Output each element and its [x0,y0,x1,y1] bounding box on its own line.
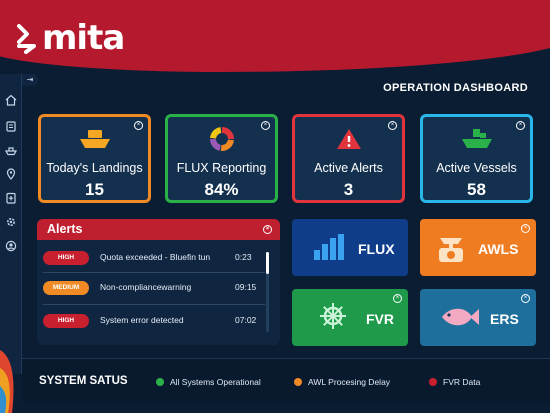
stat-value: 3 [343,180,354,199]
ship-wheel-icon [320,303,346,329]
boat-icon [41,127,148,151]
alert-time: 07:02 [235,315,257,325]
status-dot [429,378,437,386]
donut-chart-icon [168,127,275,151]
module-tile-fvr[interactable]: × FVR [292,289,408,346]
stat-value: 58 [467,180,486,199]
bar-chart-icon [314,234,344,260]
module-label: ERS [490,311,519,327]
stat-label: FLUX Reporting [176,161,267,175]
location-pin-icon[interactable] [3,166,19,182]
status-item-fvr: FVR Data [429,377,480,387]
status-dot [156,378,164,386]
brand-mark-icon [17,24,36,54]
divider [43,304,265,305]
stat-card-alerts[interactable]: × Active Alerts 3 [292,114,405,203]
stat-card-vessels[interactable]: × Active Vessels 58 [420,114,533,203]
warning-icon [295,127,402,151]
stat-label: Active Vessels [436,161,517,175]
status-item-operational: All Systems Operational [156,377,261,387]
severity-badge: HIGH [43,251,89,265]
app-header: mita [0,0,550,78]
close-icon[interactable]: × [521,224,530,233]
module-tile-flux[interactable]: FLUX [292,219,408,276]
stat-card-landings[interactable]: × Today's Landings 15 [38,114,151,203]
stat-card-flux[interactable]: × FLUX Reporting 84% [165,114,278,203]
alert-row[interactable]: HIGH Quota exceeded - Bluefin tun 0:23 [43,248,280,268]
status-item-delay: AWL Procesing Delay [294,377,390,387]
sidebar [0,74,22,374]
gear-icon[interactable] [3,214,19,230]
scale-icon [439,238,463,262]
system-status-bar: SYSTEM SATUS All Systems Operational AWL… [22,358,550,403]
stat-value: 15 [85,180,104,199]
severity-badge: HIGH [43,314,89,328]
module-tile-ers[interactable]: × ERS [420,289,536,346]
page-title: OPERATION DASHBOARD [383,82,528,94]
alert-message: Non-compliancewarning [100,282,192,292]
brand-logo[interactable]: mita [16,18,125,58]
close-icon[interactable]: × [263,225,272,234]
alerts-scroll-thumb[interactable] [266,252,269,274]
alert-time: 0:23 [235,252,252,262]
status-label: FVR Data [443,377,481,387]
stat-label: Active Alerts [314,161,383,175]
stat-label: Today's Landings [46,161,143,175]
clipboard-icon[interactable] [3,118,19,134]
sidebar-collapse-toggle[interactable]: ⇥ [22,74,38,86]
close-icon[interactable]: × [521,294,530,303]
alerts-header: Alerts × [37,219,280,240]
status-dot [294,378,302,386]
users-icon[interactable] [3,238,19,254]
home-icon[interactable] [3,92,19,108]
status-label: AWL Procesing Delay [308,377,391,387]
alert-row[interactable]: HIGH System error detected 07:02 [43,311,280,331]
system-status-title: SYSTEM SATUS [39,375,128,387]
stat-value: 84% [204,180,239,199]
alert-message: Quota exceeded - Bluefin tun [100,252,211,262]
module-tile-awls[interactable]: × AWLS [420,219,536,276]
alert-time: 09:15 [235,282,257,292]
alert-row[interactable]: MEDIUM Non-compliancewarning 09:15 [43,278,280,298]
ship-icon[interactable] [3,142,19,158]
fish-icon [442,308,479,326]
module-label: FVR [366,311,394,327]
vessel-icon [423,127,530,151]
alerts-panel: Alerts × HIGH Quota exceeded - Bluefin t… [37,219,280,345]
document-plus-icon[interactable] [3,190,19,206]
module-label: AWLS [478,241,519,257]
module-label: FLUX [358,241,395,257]
divider [43,272,265,273]
alert-message: System error detected [100,315,184,325]
severity-badge: MEDIUM [43,281,89,295]
alerts-title: Alerts [47,222,83,236]
status-label: All Systems Operational [170,377,261,387]
brand-name: mita [42,18,125,58]
close-icon[interactable]: × [393,294,402,303]
